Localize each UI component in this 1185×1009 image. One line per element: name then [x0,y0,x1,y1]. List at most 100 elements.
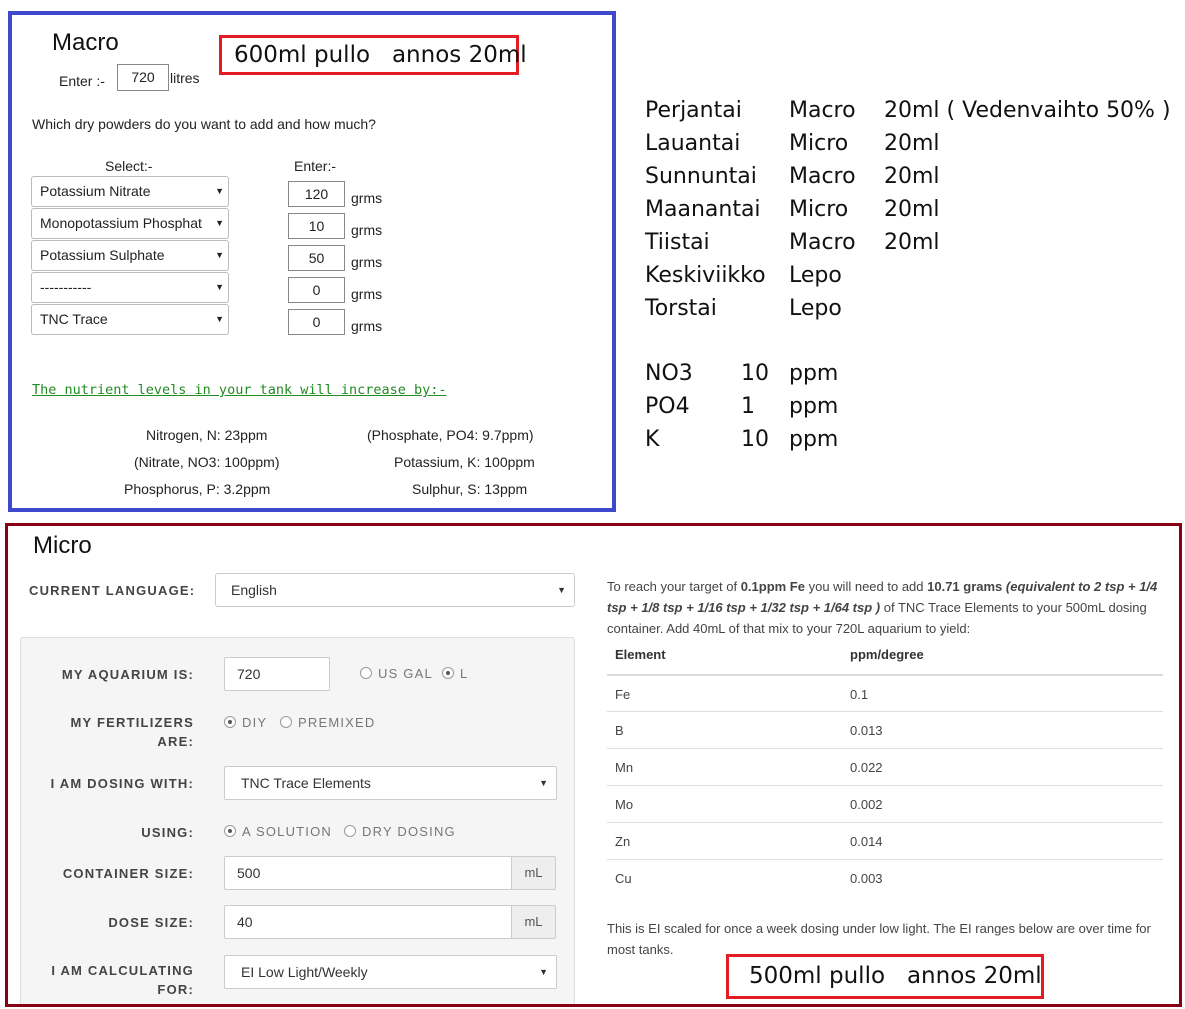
schedule-dose: 20ml [884,164,940,189]
enter-label: Enter :- [59,73,105,89]
schedule-dose: 20ml [884,230,940,255]
schedule-day: Torstai [645,296,717,321]
dose-unit: mL [511,905,556,939]
radio-diy[interactable]: DIY [224,715,267,730]
table-row: Mn 0.022 [607,748,1163,785]
schedule-type: Lepo [789,296,842,321]
grams-input-4[interactable]: 0 [288,277,345,303]
calculating-for-select[interactable]: EI Low Light/Weekly ▼ [224,955,557,989]
powder-select-4[interactable]: ----------- ▼ [31,272,229,303]
result-phosphate: (Phosphate, PO4: 9.7ppm) [367,427,534,443]
result-nitrate: (Nitrate, NO3: 100ppm) [134,454,280,470]
caret-down-icon: ▼ [212,209,224,238]
powder-select-value: ----------- [40,279,92,295]
radio-dry-dosing[interactable]: DRY DOSING [344,824,456,839]
result-nitrogen: Nitrogen, N: 23ppm [146,427,268,443]
powder-select-value: Potassium Sulphate [40,247,165,263]
table-header-element: Element [615,647,666,662]
powder-select-value: Potassium Nitrate [40,183,151,199]
schedule-type: Lepo [789,263,842,288]
schedule-day: Tiistai [645,230,710,255]
table-row: Mo 0.002 [607,785,1163,822]
schedule-day: Maanantai [645,197,761,222]
schedule-day: Keskiviikko [645,263,766,288]
radio-dot [280,716,292,728]
dose-size-input[interactable]: 40 [224,905,512,939]
caret-down-icon: ▼ [539,778,548,788]
target-value: 10 [741,361,769,386]
litres-unit: litres [170,70,200,86]
macro-bottle-note: 600ml pullo annos 20ml [219,35,527,75]
caret-down-icon: ▼ [212,241,224,270]
schedule-dose: 20ml [884,197,940,222]
schedule-type: Macro [789,98,856,123]
result-sulphur: Sulphur, S: 13ppm [412,481,528,497]
grams-unit: grms [351,190,383,206]
powder-question: Which dry powders do you want to add and… [32,116,376,132]
grams-input-2[interactable]: 10 [288,213,345,239]
powder-select-value: TNC Trace [40,311,108,327]
grams-unit: grms [351,222,383,238]
target-value: 1 [741,394,755,419]
grams-input-5[interactable]: 0 [288,309,345,335]
grams-input-3[interactable]: 50 [288,245,345,271]
radio-us-gal[interactable]: US GAL [360,666,433,681]
result-text: To reach your target of 0.1ppm Fe you wi… [607,579,1158,636]
calculating-for-value: EI Low Light/Weekly [241,964,368,980]
radio-dot [224,716,236,728]
target-name: PO4 [645,394,690,419]
macro-title: Macro [52,29,119,56]
radio-dot [442,667,454,679]
caret-down-icon: ▼ [212,273,224,302]
language-value: English [231,582,277,598]
table-header-ppm: ppm/degree [850,647,924,662]
litres-input[interactable]: 720 [117,64,169,91]
micro-panel: Micro CURRENT LANGUAGE: English ▼ MY AQU… [5,523,1182,1007]
table-row: Cu 0.003 [607,859,1163,896]
result-phosphorus: Phosphorus, P: 3.2ppm [124,481,271,497]
container-size-label: CONTAINER SIZE: [62,866,194,881]
schedule-type: Micro [789,197,849,222]
dosing-with-value: TNC Trace Elements [241,775,371,791]
caret-down-icon: ▼ [557,585,566,595]
result-target: 0.1ppm Fe [740,579,805,594]
target-unit: ppm [789,394,839,419]
language-select[interactable]: English ▼ [215,573,575,607]
radio-litres[interactable]: L [442,666,468,681]
caret-down-icon: ▼ [539,967,548,977]
dose-size-label: DOSE SIZE: [108,915,194,930]
powder-select-2[interactable]: Monopotassium Phosphat ▼ [31,208,229,239]
dosing-with-label: I AM DOSING WITH: [50,776,194,791]
container-unit: mL [511,856,556,890]
caret-down-icon: ▼ [212,305,224,334]
calculator-form: MY AQUARIUM IS: 720 US GAL L MY FERTILIZ… [20,637,575,1004]
powder-select-3[interactable]: Potassium Sulphate ▼ [31,240,229,271]
language-label: CURRENT LANGUAGE: [29,583,196,598]
target-value: 10 [741,427,769,452]
enter-header: Enter:- [294,158,337,174]
result-grams: 10.71 grams [927,579,1003,594]
radio-solution[interactable]: A SOLUTION [224,824,332,839]
table-row: Zn 0.014 [607,822,1163,859]
container-size-input[interactable]: 500 [224,856,512,890]
table-row: Fe 0.1 [607,674,1163,711]
target-name: NO3 [645,361,693,386]
fertilizers-label: MY FERTILIZERS ARE: [70,715,194,749]
powder-select-1[interactable]: Potassium Nitrate ▼ [31,176,229,207]
grams-unit: grms [351,318,383,334]
schedule-dose: 20ml [884,131,940,156]
dosing-with-select[interactable]: TNC Trace Elements ▼ [224,766,557,800]
grams-input-1[interactable]: 120 [288,181,345,207]
grams-unit: grms [351,286,383,302]
nutrient-header: The nutrient levels in your tank will in… [32,382,447,398]
radio-dot [224,825,236,837]
radio-premixed[interactable]: PREMIXED [280,715,376,730]
powder-select-5[interactable]: TNC Trace ▼ [31,304,229,335]
macro-panel: Macro 600ml pullo annos 20ml Enter :- 72… [8,11,616,512]
caret-down-icon: ▼ [212,177,224,206]
target-unit: ppm [789,427,839,452]
using-label: USING: [141,825,194,840]
aquarium-input[interactable]: 720 [224,657,330,691]
schedule-dose: 20ml ( Vedenvaihto 50% ) [884,98,1171,123]
result-potassium: Potassium, K: 100ppm [394,454,535,470]
